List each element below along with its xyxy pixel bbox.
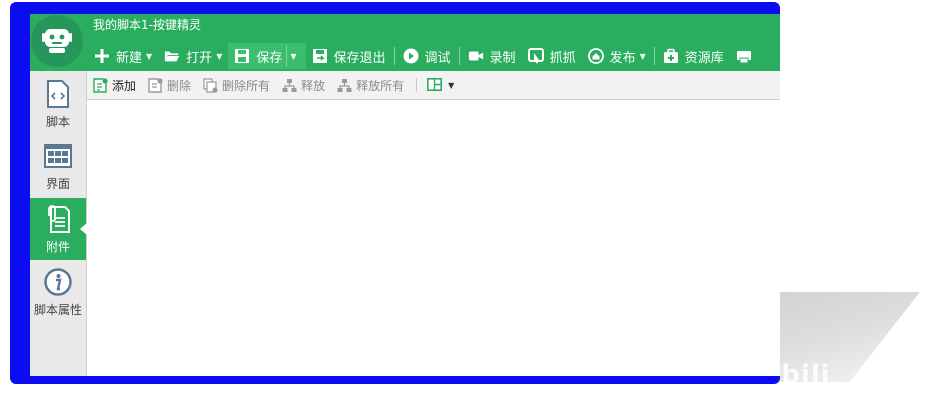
save-exit-button[interactable]: 保存退出	[306, 43, 392, 69]
publish-home-icon	[587, 48, 604, 64]
plus-icon	[94, 48, 110, 64]
attachment-icon	[43, 204, 73, 234]
debug-label: 调试	[424, 50, 451, 66]
save-exit-label: 保存退出	[333, 50, 386, 66]
delete-label: 删除	[167, 78, 192, 93]
open-button[interactable]: 打开 ▼	[158, 43, 228, 69]
record-label: 录制	[489, 50, 516, 66]
delete-all-button[interactable]: 删除所有	[203, 77, 270, 94]
release-label: 释放	[301, 78, 326, 93]
resources-button[interactable]: 资源库	[657, 43, 730, 69]
release-button[interactable]: 释放	[282, 77, 325, 94]
sidebar-item-label: 附件	[45, 239, 70, 254]
release-all-label: 释放所有	[356, 78, 405, 93]
script-icon	[43, 79, 73, 109]
chevron-down-icon[interactable]: ▼	[146, 52, 152, 61]
sidebar-item-label: 界面	[45, 176, 70, 191]
delete-all-icon	[203, 77, 218, 93]
debug-button[interactable]: 调试	[397, 43, 457, 69]
publish-label: 发布	[609, 50, 636, 66]
app-window: 我的脚本1-按键精灵 新建 ▼ 打开 ▼ 保存 ▼ 保存退出 调试 录制 抓抓 …	[30, 14, 780, 376]
chevron-down-icon[interactable]: ▼	[216, 52, 222, 61]
sidebar-item-interface[interactable]: 界面	[30, 135, 86, 197]
screen-capture-icon	[527, 48, 544, 64]
resources-label: 资源库	[684, 50, 724, 66]
add-label: 添加	[112, 78, 137, 93]
new-label: 新建	[116, 50, 143, 66]
delete-file-icon	[148, 77, 163, 93]
release-all-button[interactable]: 释放所有	[337, 77, 404, 94]
save-label: 保存	[256, 50, 283, 66]
window-title: 我的脚本1-按键精灵	[93, 18, 201, 32]
info-icon	[43, 267, 73, 297]
sidebar-item-script-properties[interactable]: 脚本属性	[30, 261, 86, 323]
floppy-disk-icon	[234, 48, 250, 64]
sidebar-item-label: 脚本	[45, 114, 70, 129]
layout-grid-icon	[427, 77, 443, 93]
record-button[interactable]: 录制	[462, 43, 522, 69]
sidebar-item-script[interactable]: 脚本	[30, 73, 86, 135]
toolbar-divider	[393, 47, 395, 65]
chevron-down-icon[interactable]: ▼	[286, 45, 299, 67]
delete-button[interactable]: 删除	[148, 77, 191, 94]
add-file-icon	[93, 77, 108, 93]
hierarchy-all-icon	[337, 78, 352, 93]
interface-icon	[43, 141, 73, 171]
folder-open-icon	[164, 48, 180, 64]
delete-all-label: 删除所有	[222, 78, 271, 93]
view-layout-button[interactable]: ▼	[427, 77, 454, 93]
toolbar-divider	[653, 47, 655, 65]
sidebar-item-attachment[interactable]: 附件	[30, 198, 87, 260]
blue-frame: 我的脚本1-按键精灵 新建 ▼ 打开 ▼ 保存 ▼ 保存退出 调试 录制 抓抓 …	[10, 2, 780, 384]
attachment-list-area[interactable]	[87, 100, 780, 376]
play-circle-icon	[403, 48, 419, 64]
subtoolbar-divider	[416, 78, 418, 92]
save-button[interactable]: 保存 ▼	[228, 43, 306, 69]
more-tools-button[interactable]	[730, 43, 764, 69]
toolbar-divider	[458, 47, 460, 65]
attachment-toolbar: 添加 删除 删除所有 释放 释放所有 ▼	[87, 71, 780, 100]
left-sidebar: 脚本 界面 附件 脚本属性	[30, 71, 87, 376]
sidebar-item-label: 脚本属性	[33, 302, 82, 317]
toolbox-icon	[663, 48, 679, 64]
add-button[interactable]: 添加	[93, 77, 136, 94]
main-toolbar: 新建 ▼ 打开 ▼ 保存 ▼ 保存退出 调试 录制 抓抓 发布 ▼ 资源库	[88, 43, 764, 69]
capture-label: 抓抓	[549, 50, 576, 66]
robot-logo-icon	[31, 15, 83, 67]
chevron-down-icon[interactable]: ▼	[640, 52, 646, 61]
open-label: 打开	[186, 50, 213, 66]
capture-button[interactable]: 抓抓	[522, 43, 582, 69]
video-camera-icon	[468, 48, 484, 64]
header-bar: 我的脚本1-按键精灵 新建 ▼ 打开 ▼ 保存 ▼ 保存退出 调试 录制 抓抓 …	[30, 14, 780, 71]
new-button[interactable]: 新建 ▼	[88, 43, 158, 69]
printer-icon	[736, 48, 752, 64]
publish-button[interactable]: 发布 ▼	[582, 43, 652, 69]
hierarchy-icon	[282, 78, 297, 93]
chevron-down-icon[interactable]: ▼	[448, 81, 454, 90]
save-exit-icon	[312, 48, 328, 64]
